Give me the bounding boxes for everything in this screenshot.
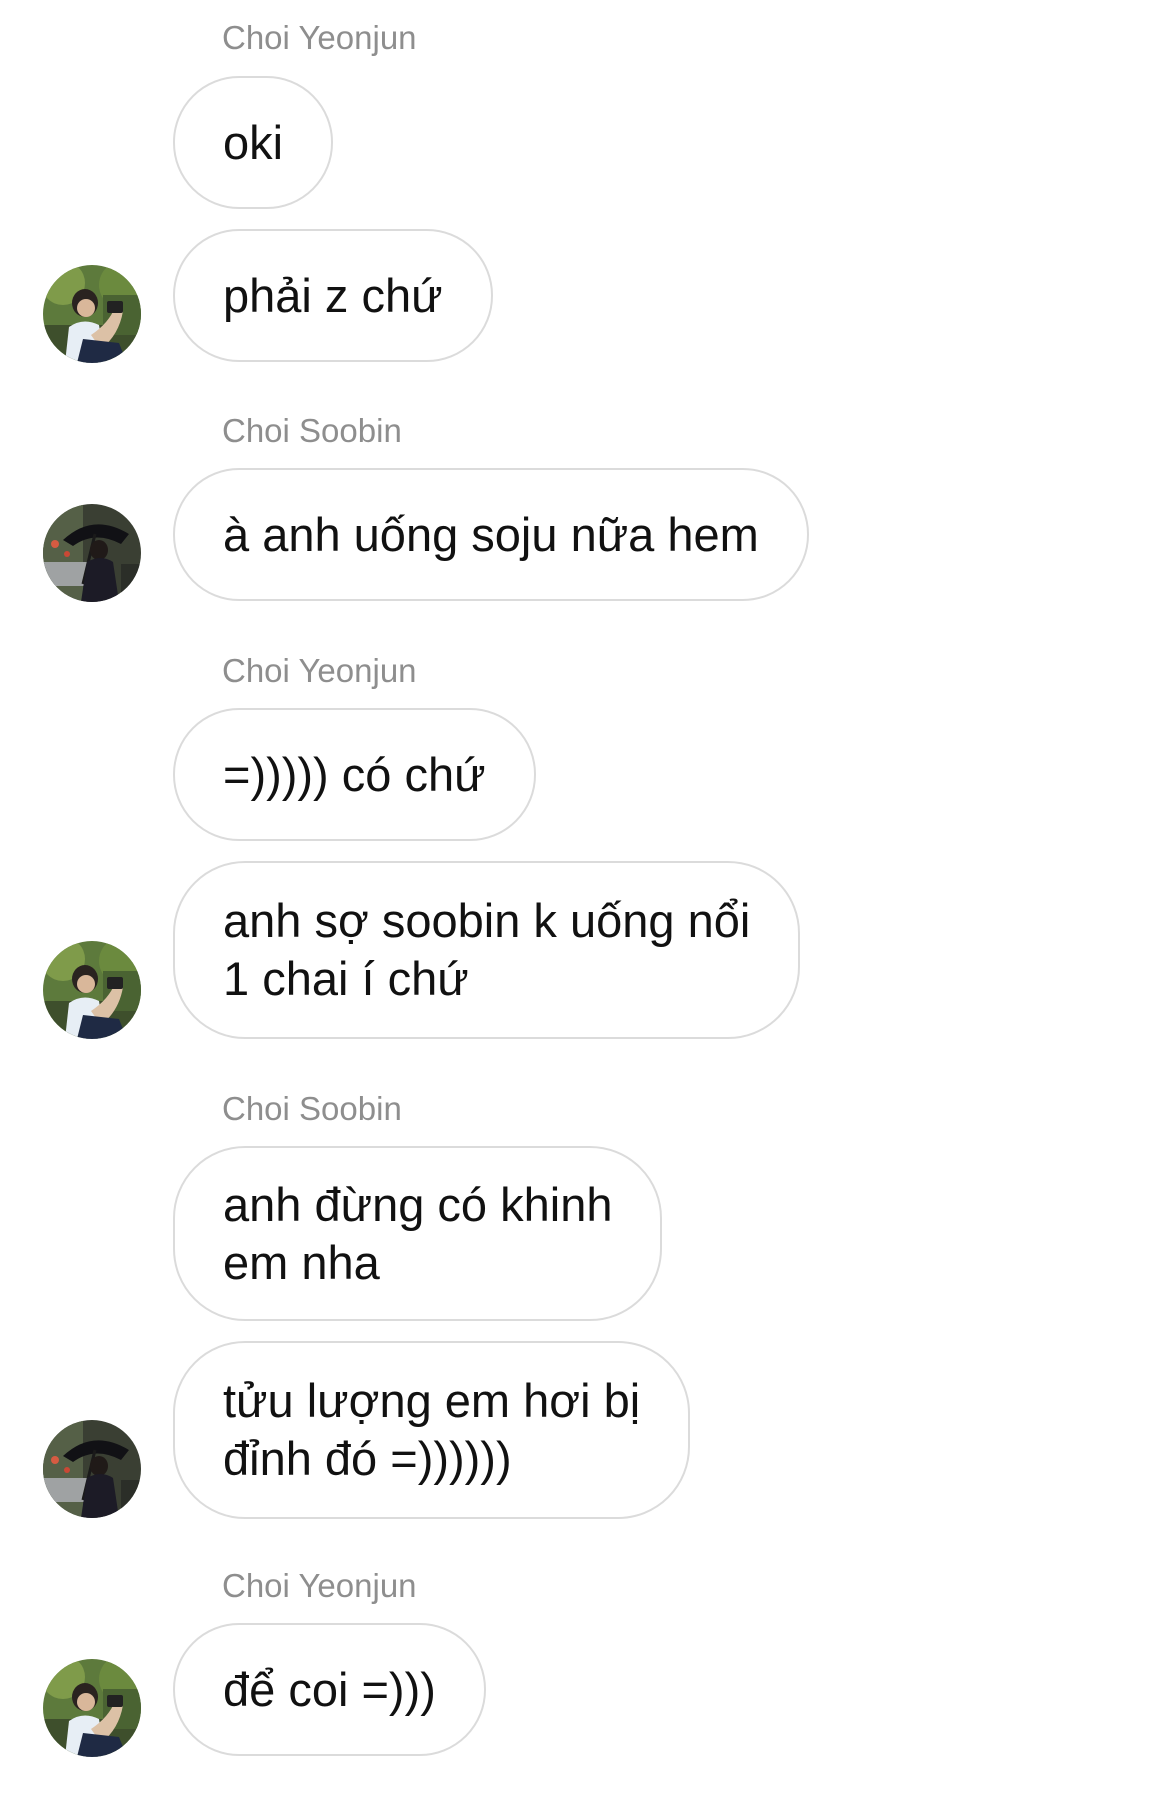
avatar-yeonjun[interactable] [43, 941, 141, 1039]
message-text: phải z chứ [223, 268, 443, 322]
message-text-line: anh sợ soobin k uống nổi [223, 894, 751, 947]
message-bubble[interactable]: à anh uống soju nữa hem [173, 468, 809, 601]
message-text: à anh uống soju nữa hem [223, 507, 759, 561]
message-text-line: tửu lượng em hơi bị [223, 1374, 641, 1427]
message-bubble[interactable]: để coi =))) [173, 1623, 486, 1756]
profile-photo-icon [43, 1659, 141, 1757]
sender-name: Choi Soobin [222, 1090, 402, 1127]
message-bubble[interactable]: =))))) có chứ [173, 708, 536, 841]
profile-photo-icon [43, 1420, 141, 1518]
sender-name: Choi Yeonjun [222, 19, 417, 56]
message-bubble[interactable]: oki [173, 76, 334, 209]
message-text: =))))) có chứ [223, 747, 486, 801]
avatar-yeonjun[interactable] [43, 265, 141, 363]
sender-name: Choi Yeonjun [222, 652, 417, 689]
sender-name: Choi Soobin [222, 412, 402, 449]
message-bubble[interactable]: anh đừng có khinh em nha [173, 1146, 663, 1321]
message-text-line: em nha [223, 1235, 380, 1289]
message-text: để coi =))) [223, 1662, 436, 1716]
message-text: oki [223, 115, 284, 169]
message-bubble[interactable]: tửu lượng em hơi bị đỉnh đó =)))))) [173, 1341, 691, 1519]
profile-photo-icon [43, 941, 141, 1039]
message-bubble[interactable]: anh sợ soobin k uống nổi 1 chai í chứ [173, 861, 801, 1039]
avatar-yeonjun[interactable] [43, 1659, 141, 1757]
message-text-line: 1 chai í chứ [223, 952, 469, 1005]
avatar-soobin[interactable] [43, 1420, 141, 1518]
message-bubble[interactable]: phải z chứ [173, 229, 493, 362]
avatar-soobin[interactable] [43, 504, 141, 602]
message-text-line: anh đừng có khinh [223, 1177, 613, 1231]
profile-photo-icon [43, 504, 141, 602]
message-text-line: đỉnh đó =)))))) [223, 1432, 512, 1485]
sender-name: Choi Yeonjun [222, 1567, 417, 1604]
profile-photo-icon [43, 265, 141, 363]
